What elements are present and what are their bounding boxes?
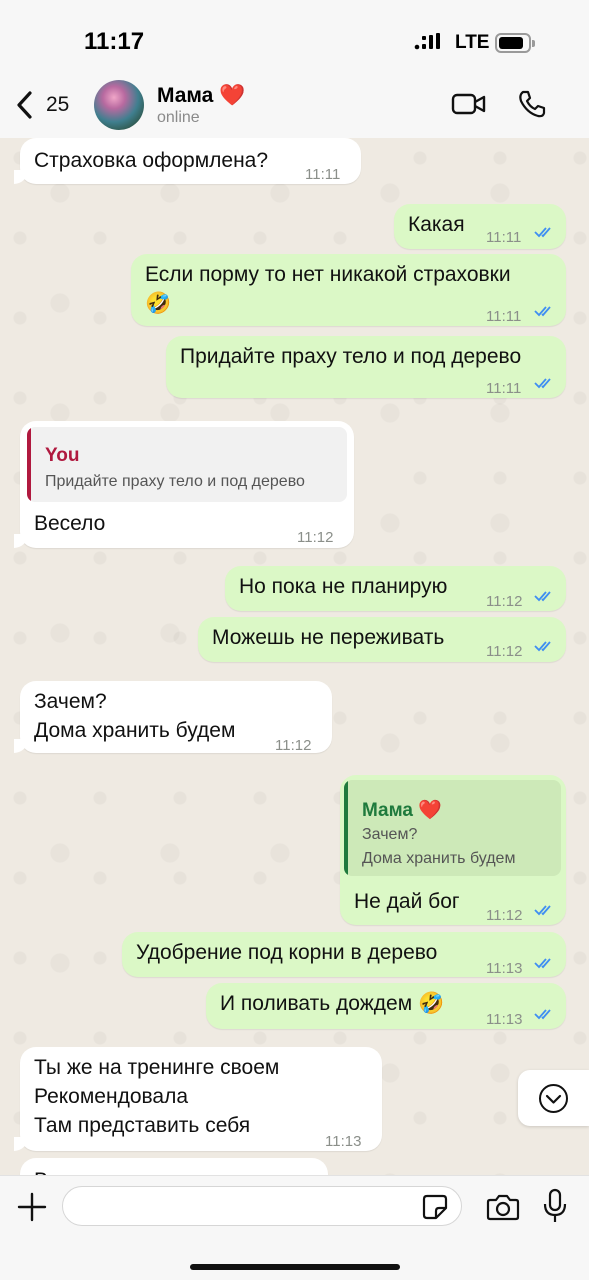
message-text: И поливать дождем 🤣 [220,992,445,1015]
phone-call-icon[interactable] [517,89,547,119]
message-incoming[interactable]: Ты же на тренинге своем Рекомендовала Та… [14,1047,382,1151]
message-time: 11:12 [297,529,334,546]
message-list[interactable]: Страховка оформлена? 11:11 Какая 11:11 Е… [0,138,589,1175]
message-outgoing[interactable]: Если порму то нет никакой страховки 🤣 11… [131,254,566,326]
quoted-text: Придайте праху тело и под дерево [45,473,305,490]
microphone-icon[interactable] [543,1188,567,1224]
message-incoming[interactable]: Вовремя отпустить [20,1158,328,1175]
message-outgoing[interactable]: Удобрение под корни в дерево 11:13 [122,932,566,977]
read-receipt-icon [534,958,551,969]
message-text: Страховка оформлена? [34,149,269,172]
read-receipt-icon [534,1009,551,1020]
status-time: 11:17 [84,28,145,55]
message-text: Весело [34,512,106,535]
read-receipt-icon [534,641,551,652]
contact-name[interactable]: Мама ❤️ [157,84,245,108]
composer-bar [0,1175,589,1280]
read-receipt-icon [534,227,551,238]
message-incoming-reply[interactable]: You Придайте праху тело и под дерево Вес… [14,421,354,548]
quoted-author: Мама ❤️ [362,800,442,821]
message-time: 11:11 [486,308,522,325]
signal-strength-icon [414,33,440,50]
camera-icon[interactable] [486,1192,520,1222]
message-outgoing-reply[interactable]: Мама ❤️ Зачем? Дома хранить будем Не дай… [340,775,566,925]
scroll-to-bottom-button[interactable] [518,1070,589,1126]
message-text: Ты же на тренинге своем Рекомендовала Та… [34,1056,280,1137]
back-unread-count[interactable]: 25 [46,93,69,117]
message-text: Не дай бог [354,890,460,913]
video-call-icon[interactable] [451,92,487,116]
message-time: 11:13 [486,1011,523,1028]
home-indicator [190,1264,400,1270]
quoted-text: Зачем? Дома хранить будем [362,826,516,867]
quoted-message[interactable]: Мама ❤️ Зачем? Дома хранить будем [344,780,561,876]
battery-icon [495,33,535,53]
sticker-icon[interactable] [422,1194,448,1220]
message-time: 11:12 [275,737,312,754]
message-outgoing[interactable]: Придайте праху тело и под дерево 11:11 [166,336,566,398]
message-text: Придайте праху тело и под дерево [180,345,522,368]
chevron-left-icon[interactable] [15,90,35,120]
message-time: 11:12 [486,907,523,924]
message-outgoing[interactable]: Какая 11:11 [394,204,566,249]
message-outgoing[interactable]: Можешь не переживать 11:12 [198,617,566,662]
chat-header: 11:17 LTE 25 Мама ❤️ online [0,0,589,138]
message-time: 11:12 [486,593,523,610]
message-incoming[interactable]: Страховка оформлена? 11:11 [14,138,361,184]
chevron-down-icon [539,1084,568,1113]
read-receipt-icon [534,378,551,389]
message-incoming[interactable]: Зачем? Дома хранить будем 11:12 [14,681,332,754]
network-type: LTE [455,32,490,53]
message-outgoing[interactable]: Но пока не планирую 11:12 [225,566,566,611]
message-time: 11:13 [325,1133,362,1150]
read-receipt-icon [534,905,551,916]
message-text: Можешь не переживать [212,626,445,649]
plus-icon[interactable] [17,1192,47,1222]
message-text: Но пока не планирую [239,575,448,598]
avatar[interactable] [94,80,144,130]
read-receipt-icon [534,591,551,602]
message-time: 11:11 [305,166,341,183]
message-time: 11:11 [486,229,522,246]
message-text: Вовремя отпустить [34,1166,221,1175]
message-time: 11:13 [486,960,523,977]
read-receipt-icon [534,306,551,317]
message-text: Удобрение под корни в дерево [136,941,438,964]
message-text: Если порму то нет никакой страховки 🤣 [145,263,511,315]
contact-status: online [157,109,200,126]
message-outgoing[interactable]: И поливать дождем 🤣 11:13 [206,983,566,1029]
message-text: Какая [408,213,465,236]
message-text: Зачем? Дома хранить будем [34,690,236,742]
message-time: 11:12 [486,643,523,660]
quoted-author: You [45,445,80,466]
quoted-message[interactable]: You Придайте праху тело и под дерево [27,427,347,502]
message-input[interactable] [62,1186,462,1226]
message-time: 11:11 [486,380,522,397]
